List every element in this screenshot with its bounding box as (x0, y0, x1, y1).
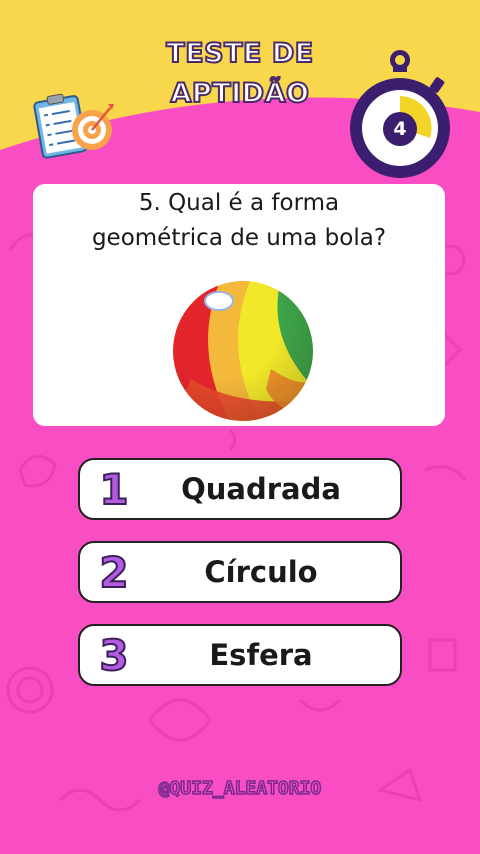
timer-value: 4 (383, 112, 417, 146)
answer-option-2[interactable]: 2 Círculo (78, 541, 402, 603)
page-title-line1: TESTE DE (165, 37, 314, 70)
account-handle: @QUIZ_ALEATORIO (158, 777, 322, 800)
answer-option-1[interactable]: 1 Quadrada (78, 458, 402, 520)
answer-option-3[interactable]: 3 Esfera (78, 624, 402, 686)
answer-label-3: Esfera (209, 638, 313, 672)
answer-number-3: 3 (98, 630, 129, 681)
question-card: 5. Qual é a forma geométrica de uma bola… (33, 184, 445, 426)
clipboard-target-icon (33, 93, 114, 159)
page-title: TESTE DE APTIDÃO (120, 34, 360, 114)
beach-ball-icon (173, 281, 313, 421)
question-text: 5. Qual é a forma geométrica de uma bola… (91, 190, 387, 251)
answer-label-1: Quadrada (181, 472, 341, 506)
page-title-line2: APTIDÃO (170, 77, 310, 110)
answer-number-2: 2 (98, 547, 129, 598)
answer-number-1: 1 (98, 464, 129, 515)
answer-label-2: Círculo (204, 555, 318, 589)
